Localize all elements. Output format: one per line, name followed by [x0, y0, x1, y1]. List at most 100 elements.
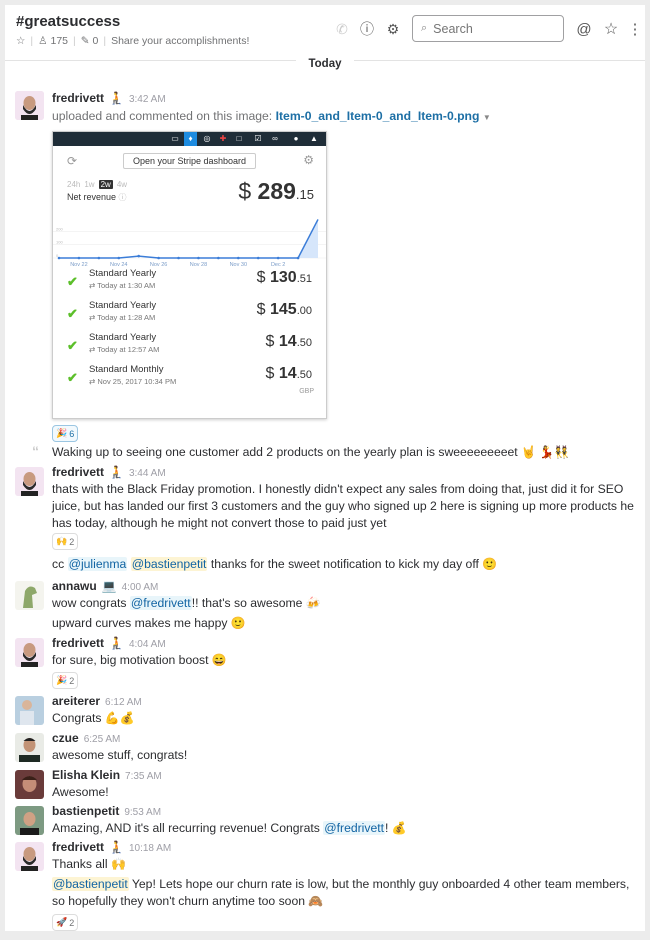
- file-link[interactable]: Item-0_and_Item-0_and_Item-0.png: [276, 109, 480, 123]
- transaction-amount: $ 14.50: [266, 365, 312, 383]
- transaction-time: ⇄ Nov 25, 2017 10:34 PM: [89, 377, 176, 386]
- avatar[interactable]: [15, 733, 44, 762]
- username[interactable]: fredrivett: [52, 91, 104, 105]
- username[interactable]: fredrivett: [52, 840, 104, 854]
- member-count-value: 175: [50, 35, 69, 47]
- divider: |: [30, 35, 34, 47]
- message-text: upward curves makes me happy 🙂: [52, 615, 642, 632]
- member-count[interactable]: ♙ 175: [38, 35, 68, 47]
- check-icon: ✔: [67, 370, 78, 385]
- revenue-chart: 0100200Nov 22 Nov 24 Nov 26 Nov 28 Nov 30 Dec…: [53, 219, 326, 268]
- message-text: thats with the Black Friday promotion. I…: [52, 482, 634, 530]
- channel-header: #greatsuccess ☆ | ♙ 175 | ✎ 0 | Share yo…: [5, 5, 645, 70]
- mention-bastienpetit[interactable]: @bastienpetit: [52, 877, 129, 891]
- timestamp[interactable]: 7:35 AM: [125, 771, 162, 782]
- username[interactable]: areiterer: [52, 694, 100, 708]
- avatar[interactable]: [15, 806, 44, 835]
- search-input[interactable]: [433, 21, 544, 36]
- check-icon: ✔: [67, 306, 78, 321]
- reaction-rocket[interactable]: 🚀 2: [52, 914, 79, 931]
- transaction-row: ✔ Standard Yearly ⇄ Today at 1:30 AM $ 130.…: [53, 264, 326, 296]
- mention-fredrivett[interactable]: @fredrivett: [323, 821, 386, 835]
- timestamp[interactable]: 6:25 AM: [84, 734, 121, 745]
- username[interactable]: bastienpetit: [52, 804, 119, 818]
- more-icon[interactable]: ⋮: [626, 20, 644, 38]
- range-24h: 24h: [67, 180, 81, 189]
- upload-prefix: uploaded and commented on this image:: [52, 109, 273, 123]
- avatar[interactable]: [15, 467, 44, 496]
- pin-count[interactable]: ✎ 0: [81, 35, 99, 47]
- upload-line: uploaded and commented on this image: It…: [52, 108, 642, 126]
- avatar[interactable]: [15, 91, 44, 120]
- timestamp[interactable]: 4:04 AM: [129, 639, 166, 650]
- timestamp[interactable]: 3:42 AM: [129, 94, 166, 105]
- channel-topic[interactable]: Share your accomplishments!: [111, 35, 249, 47]
- image-attachment[interactable]: ▭ ♦ ◎ ✚ □ ☑ ∞ ● ▲ ⟳ Open your Stripe das…: [52, 131, 327, 419]
- avatar-image: [15, 842, 44, 871]
- username[interactable]: Elisha Klein: [52, 768, 120, 782]
- avatar[interactable]: [15, 581, 44, 610]
- timestamp[interactable]: 10:18 AM: [129, 843, 171, 854]
- reaction-tada[interactable]: 🎉 6: [52, 425, 79, 442]
- message-text: cc @julienma @bastienpetit thanks for th…: [52, 556, 642, 573]
- data-point: [217, 256, 220, 260]
- channel-title: #greatsuccess: [16, 13, 121, 30]
- search-box[interactable]: ⌕: [412, 15, 564, 42]
- message-text: Amazing, AND it's all recurring revenue!…: [52, 820, 642, 837]
- mention-julienma[interactable]: @julienma: [67, 557, 128, 571]
- username[interactable]: czue: [52, 731, 79, 745]
- gear-icon[interactable]: ⚙: [384, 20, 402, 38]
- avatar[interactable]: [15, 770, 44, 799]
- username[interactable]: fredrivett: [52, 465, 104, 479]
- avatar-image: [15, 696, 44, 725]
- range-1w: 1w: [84, 180, 95, 189]
- file-menu-chevron-icon[interactable]: ▼: [483, 113, 491, 122]
- status-emoji: 🧎: [109, 465, 124, 479]
- reaction-raised-hands[interactable]: 🙌 2: [52, 533, 79, 550]
- status-emoji: 🧎: [109, 91, 124, 105]
- pin-icon: ✎: [80, 35, 90, 47]
- text-prefix: cc: [52, 557, 65, 571]
- avatar-image: [15, 467, 44, 496]
- currency-note: GBP: [299, 388, 314, 395]
- gear-icon: ⚙: [303, 153, 314, 167]
- avatar[interactable]: [15, 842, 44, 871]
- username[interactable]: annawu: [52, 579, 97, 593]
- plan-name: Standard Monthly: [89, 364, 164, 375]
- data-point: [177, 256, 180, 260]
- text-suffix: !! that's so awesome: [191, 596, 303, 610]
- avatar-image: [15, 91, 44, 120]
- transaction-time-text: Today at 1:28 AM: [97, 313, 156, 322]
- moneybag-emoji: 💰: [391, 821, 407, 835]
- timestamp[interactable]: 3:44 AM: [129, 468, 166, 479]
- avatar[interactable]: [15, 638, 44, 667]
- starred-icon[interactable]: ☆: [602, 20, 620, 38]
- search-icon: ⌕: [421, 22, 428, 34]
- reaction-tada[interactable]: 🎉 2: [52, 672, 79, 689]
- transaction-time: ⇄ Today at 1:28 AM: [89, 313, 155, 322]
- text-body: Congrats: [52, 711, 102, 725]
- member-icon: ♙: [38, 35, 48, 47]
- avatar[interactable]: [15, 696, 44, 725]
- star-icon[interactable]: ☆: [16, 35, 25, 47]
- timestamp[interactable]: 6:12 AM: [105, 697, 142, 708]
- recurring-icon: ⇄: [89, 281, 96, 290]
- timestamp[interactable]: 9:53 AM: [124, 807, 161, 818]
- info-icon[interactable]: ⓘ: [358, 20, 376, 38]
- rocket-icon: 🚀: [56, 917, 68, 927]
- slightly-smiling-emoji: 🙂: [482, 557, 498, 571]
- phone-icon[interactable]: ✆: [333, 20, 351, 38]
- mentions-icon[interactable]: @: [575, 20, 593, 38]
- mention-fredrivett[interactable]: @fredrivett: [129, 596, 192, 610]
- mention-bastienpetit[interactable]: @bastienpetit: [130, 557, 208, 571]
- reaction-count: 2: [69, 536, 75, 547]
- username[interactable]: fredrivett: [52, 636, 104, 650]
- transaction-amount: $ 14.50: [266, 333, 312, 351]
- transaction-row: ✔ Standard Yearly ⇄ Today at 12:57 AM $ 14.…: [53, 328, 326, 360]
- net-revenue-label: Net revenue ⓘ: [67, 192, 127, 203]
- timestamp[interactable]: 4:00 AM: [122, 582, 159, 593]
- glasses-icon: ∞: [272, 134, 278, 143]
- refresh-icon: ⟳: [67, 154, 78, 168]
- see-no-evil-emoji: 🙈: [308, 894, 324, 908]
- currency-symbol: $: [238, 178, 252, 204]
